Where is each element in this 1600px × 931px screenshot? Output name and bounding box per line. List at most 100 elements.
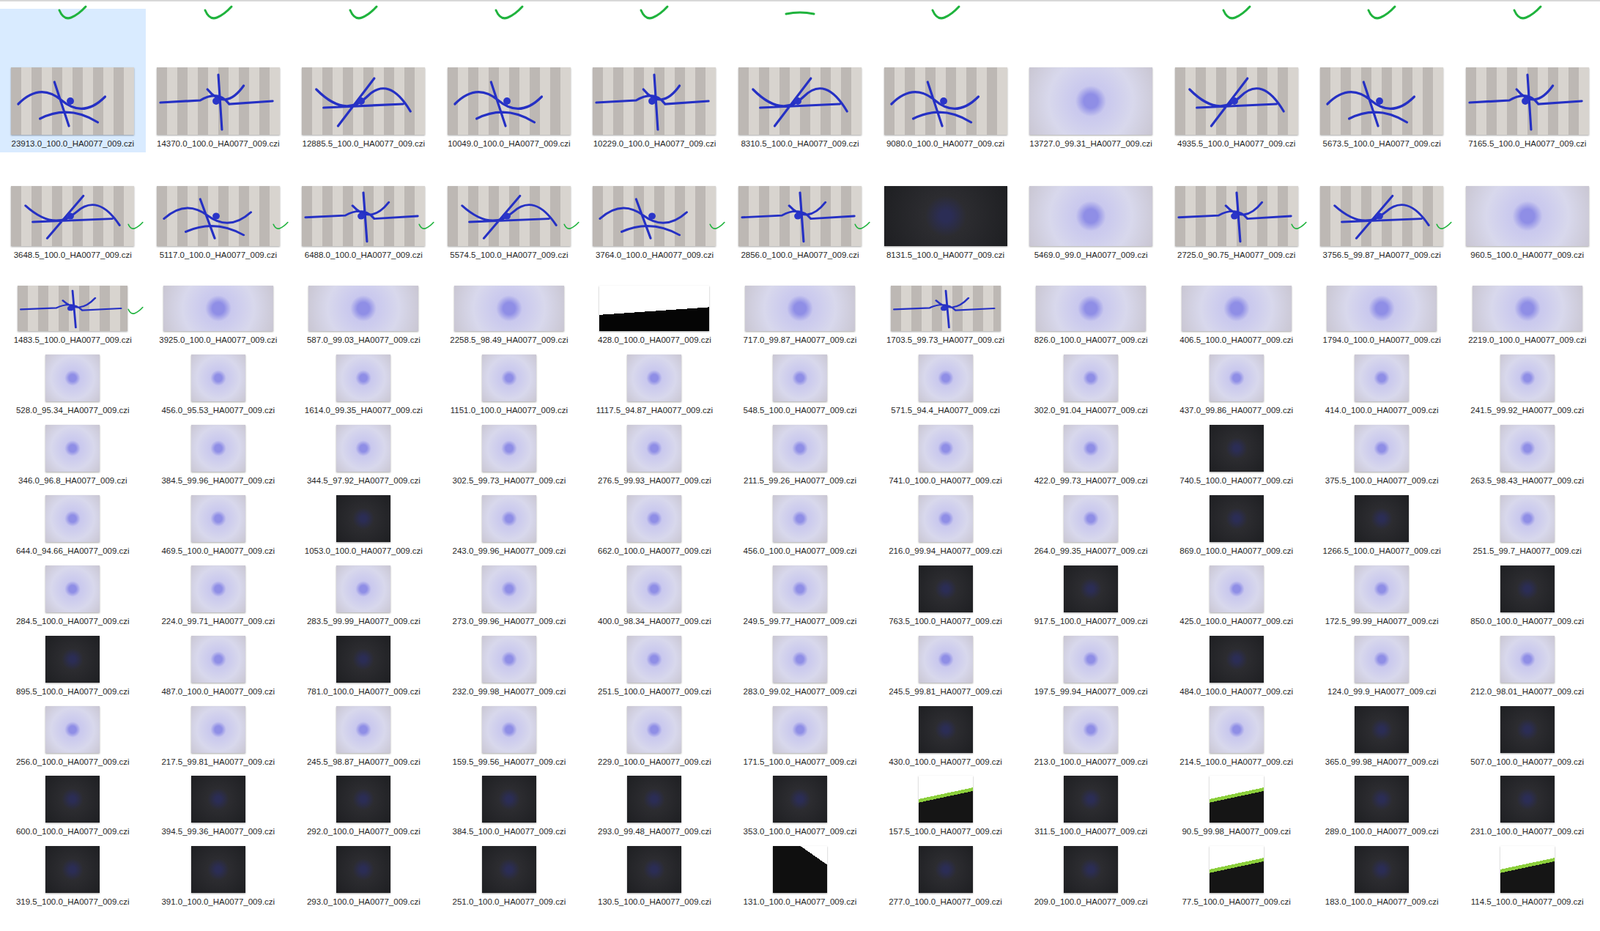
file-name[interactable]: 487.0_100.0_HA0077_009.czi [161, 686, 275, 698]
thumbnail[interactable] [1354, 495, 1409, 543]
file-item[interactable]: 213.0_100.0_HA0077_009.czi [1018, 700, 1165, 771]
file-item[interactable]: 430.0_100.0_HA0077_009.czi [872, 700, 1019, 771]
file-name[interactable]: 263.5_98.43_HA0077_009.czi [1470, 475, 1584, 487]
file-name[interactable]: 895.5_100.0_HA0077_009.czi [16, 686, 130, 698]
file-item[interactable]: 1053.0_100.0_HA0077_009.czi [290, 489, 437, 560]
thumbnail[interactable] [45, 424, 100, 472]
thumbnail[interactable] [1500, 424, 1555, 472]
file-name[interactable]: 256.0_100.0_HA0077_009.czi [16, 756, 130, 768]
file-item[interactable]: 319.5_100.0_HA0077_009.czi [0, 840, 146, 911]
thumbnail[interactable] [1209, 565, 1264, 613]
file-item[interactable]: 1266.5_100.0_HA0077_009.czi [1309, 489, 1455, 560]
file-name[interactable]: 1614.0_99.35_HA0077_009.czi [304, 405, 423, 417]
file-item[interactable]: 77.5_100.0_HA0077_009.czi [1163, 840, 1310, 911]
file-name[interactable]: 284.5_100.0_HA0077_009.czi [16, 616, 130, 628]
file-item[interactable]: 251.5_100.0_HA0077_009.czi [581, 630, 728, 701]
thumbnail[interactable] [447, 186, 571, 247]
file-item[interactable]: 548.5_100.0_HA0077_009.czi [727, 348, 874, 420]
file-name[interactable]: 344.5_97.92_HA0077_009.czi [306, 475, 421, 487]
file-item[interactable]: 293.0_99.48_HA0077_009.czi [581, 769, 728, 841]
file-item[interactable]: 302.0_91.04_HA0077_009.czi [1018, 348, 1165, 420]
file-name[interactable]: 741.0_100.0_HA0077_009.czi [888, 475, 1003, 487]
file-item[interactable]: 391.0_100.0_HA0077_009.czi [145, 840, 292, 911]
thumbnail[interactable] [336, 354, 391, 402]
thumbnail[interactable] [772, 846, 828, 894]
file-name[interactable]: 10049.0_100.0_HA0077_009.czi [447, 138, 571, 150]
thumbnail[interactable] [627, 565, 682, 613]
thumbnail[interactable] [1320, 186, 1444, 247]
file-name[interactable]: 251.5_100.0_HA0077_009.czi [597, 686, 712, 698]
file-item[interactable]: 781.0_100.0_HA0077_009.czi [290, 630, 437, 701]
thumbnail[interactable] [336, 565, 391, 613]
file-item[interactable]: 1794.0_100.0_HA0077_009.czi [1309, 263, 1455, 349]
file-name[interactable]: 662.0_100.0_HA0077_009.czi [597, 545, 712, 557]
file-item[interactable]: 895.5_100.0_HA0077_009.czi [0, 630, 146, 701]
file-name[interactable]: 353.0_100.0_HA0077_009.czi [743, 826, 858, 838]
thumbnail[interactable] [627, 495, 682, 543]
file-name[interactable]: 243.0_99.96_HA0077_009.czi [452, 545, 567, 557]
thumbnail[interactable] [447, 67, 571, 135]
file-name[interactable]: 430.0_100.0_HA0077_009.czi [888, 756, 1003, 768]
thumbnail[interactable] [1500, 495, 1555, 543]
file-name[interactable]: 213.0_100.0_HA0077_009.czi [1034, 756, 1148, 768]
file-item[interactable]: 293.0_100.0_HA0077_009.czi [290, 840, 437, 911]
file-item[interactable]: 131.0_100.0_HA0077_009.czi [727, 840, 874, 911]
file-item[interactable]: 456.0_100.0_HA0077_009.czi [727, 489, 874, 560]
thumbnail[interactable] [1354, 706, 1409, 754]
thumbnail[interactable] [772, 706, 828, 754]
file-name[interactable]: 2258.5_98.49_HA0077_009.czi [449, 334, 568, 346]
file-name[interactable]: 4935.5_100.0_HA0077_009.czi [1177, 138, 1296, 150]
thumbnail[interactable] [599, 285, 710, 332]
thumbnail[interactable] [627, 424, 682, 472]
file-item[interactable]: 5117.0_100.0_HA0077_009.czi [145, 152, 292, 264]
file-name[interactable]: 826.0_100.0_HA0077_009.czi [1034, 334, 1148, 346]
thumbnail[interactable] [1465, 186, 1590, 247]
file-name[interactable]: 124.0_99.9_HA0077_009.czi [1327, 686, 1436, 698]
file-item[interactable]: 960.5_100.0_HA0077_009.czi [1454, 152, 1600, 264]
file-name[interactable]: 375.5_100.0_HA0077_009.czi [1325, 475, 1439, 487]
thumbnail[interactable] [1063, 565, 1118, 613]
file-name[interactable]: 14370.0_100.0_HA0077_009.czi [156, 138, 280, 150]
file-item[interactable]: 1483.5_100.0_HA0077_009.czi [0, 263, 146, 349]
file-name[interactable]: 1053.0_100.0_HA0077_009.czi [304, 545, 423, 557]
file-name[interactable]: 507.0_100.0_HA0077_009.czi [1470, 756, 1584, 768]
file-item[interactable]: 5469.0_99.0_HA0077_009.czi [1018, 152, 1165, 264]
file-name[interactable]: 437.0_99.86_HA0077_009.czi [1179, 405, 1294, 417]
file-name[interactable]: 5673.5_100.0_HA0077_009.czi [1323, 138, 1442, 150]
thumbnail[interactable] [1209, 635, 1264, 683]
file-item[interactable]: 12885.5_100.0_HA0077_009.czi [290, 8, 437, 153]
thumbnail[interactable] [1209, 495, 1264, 543]
file-item[interactable]: 214.5_100.0_HA0077_009.czi [1163, 700, 1310, 771]
file-name[interactable]: 548.5_100.0_HA0077_009.czi [743, 405, 858, 417]
file-item[interactable]: 487.0_100.0_HA0077_009.czi [145, 630, 292, 701]
file-item[interactable]: 241.5_99.92_HA0077_009.czi [1454, 348, 1600, 420]
file-name[interactable]: 9080.0_100.0_HA0077_009.czi [886, 138, 1005, 150]
thumbnail[interactable] [627, 846, 682, 894]
file-item[interactable]: 245.5_99.81_HA0077_009.czi [872, 630, 1019, 701]
thumbnail[interactable] [592, 67, 716, 135]
thumbnail[interactable] [1354, 565, 1409, 613]
file-item[interactable]: 422.0_99.73_HA0077_009.czi [1018, 419, 1165, 490]
file-item[interactable]: 159.5_99.56_HA0077_009.czi [436, 700, 583, 771]
file-item[interactable]: 251.5_99.7_HA0077_009.czi [1454, 489, 1600, 560]
file-name[interactable]: 763.5_100.0_HA0077_009.czi [888, 616, 1003, 628]
thumbnail[interactable] [1209, 846, 1264, 894]
file-name[interactable]: 917.5_100.0_HA0077_009.czi [1034, 616, 1148, 628]
thumbnail[interactable] [1354, 635, 1409, 683]
file-name[interactable]: 600.0_100.0_HA0077_009.czi [16, 826, 130, 838]
file-name[interactable]: 292.0_100.0_HA0077_009.czi [306, 826, 421, 838]
file-name[interactable]: 3756.5_99.87_HA0077_009.czi [1323, 249, 1442, 261]
file-item[interactable]: 9080.0_100.0_HA0077_009.czi [872, 8, 1019, 153]
file-name[interactable]: 157.5_100.0_HA0077_009.czi [888, 826, 1003, 838]
file-item[interactable]: 850.0_100.0_HA0077_009.czi [1454, 559, 1600, 631]
file-name[interactable]: 469.5_100.0_HA0077_009.czi [161, 545, 275, 557]
file-name[interactable]: 1483.5_100.0_HA0077_009.czi [13, 334, 132, 346]
file-item[interactable]: 717.0_99.87_HA0077_009.czi [727, 263, 874, 349]
file-name[interactable]: 456.0_100.0_HA0077_009.czi [743, 545, 858, 557]
file-item[interactable]: 741.0_100.0_HA0077_009.czi [872, 419, 1019, 490]
thumbnail[interactable] [45, 354, 100, 402]
thumbnail[interactable] [336, 495, 391, 543]
thumbnail[interactable] [1500, 846, 1555, 894]
file-name[interactable]: 456.0_95.53_HA0077_009.czi [161, 405, 275, 417]
file-item[interactable]: 13727.0_99.31_HA0077_009.czi [1018, 8, 1165, 153]
